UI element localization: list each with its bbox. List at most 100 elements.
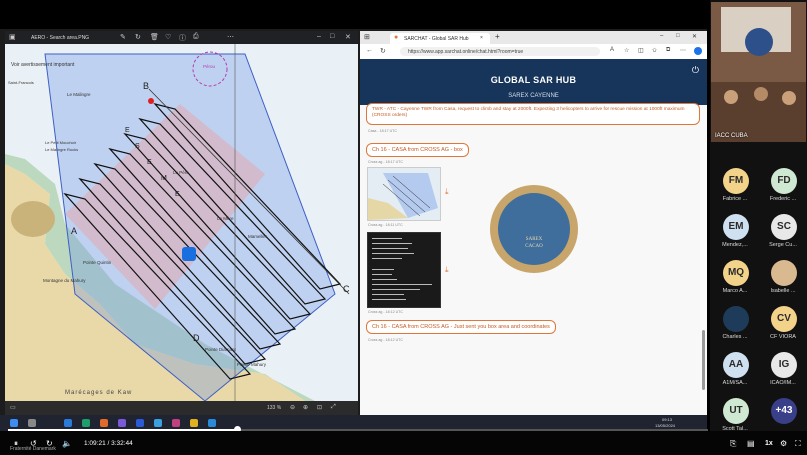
rotate-icon[interactable]: ↻	[135, 33, 141, 41]
participant-tile[interactable]: FD Frederic ...	[759, 168, 807, 210]
chart-label: Saint-Francois	[8, 80, 34, 85]
profile-icon[interactable]: ⊞	[364, 33, 370, 41]
coord-line	[372, 238, 402, 240]
start-icon[interactable]	[10, 419, 18, 427]
fullscreen-icon[interactable]: ⛶	[795, 439, 801, 449]
close-icon[interactable]: ✕	[345, 33, 351, 41]
chart-label: Le Malingre Rocks	[45, 147, 78, 152]
participant-avatar: UT	[723, 398, 749, 424]
app-icon[interactable]	[154, 419, 162, 427]
download-icon[interactable]: ⤓	[445, 265, 449, 275]
tab-close-icon[interactable]: ×	[480, 35, 483, 41]
info-icon[interactable]: ⓘ	[179, 33, 186, 43]
back-icon[interactable]: ←	[366, 47, 373, 54]
app-icon[interactable]	[64, 419, 72, 427]
coord-line	[372, 279, 397, 281]
message-meta: Cross ag - 18:11 UTC	[368, 223, 403, 227]
chat-scrollbar[interactable]	[702, 330, 705, 390]
participant-name: A1M/SA...	[722, 380, 748, 386]
chat-image-map[interactable]	[367, 167, 441, 221]
volume-icon[interactable]: 🔈	[62, 439, 72, 448]
participant-name: Frederic ...	[769, 196, 797, 202]
chart-letter: S	[135, 143, 140, 150]
download-icon[interactable]: ⤓	[445, 187, 449, 197]
read-aloud-icon[interactable]: A	[610, 47, 614, 53]
map-window-title: AERO - Search area.PNG	[31, 35, 90, 41]
chart-label: Le Père	[173, 170, 189, 175]
video-controls: ⏸ ↺ ↻ 🔈 1:09:21 / 3:32:44 Fraternité Dan…	[0, 431, 807, 455]
zoom-level: 133 %	[267, 405, 282, 411]
participant-name: Marco A...	[722, 288, 748, 294]
site-favicon-icon: ●	[394, 34, 399, 41]
chart-letter: M	[161, 175, 167, 182]
split-screen-icon[interactable]: ◫	[638, 47, 644, 54]
url-field[interactable]: https://www.app.sarchat.online/chat.html…	[400, 47, 600, 56]
image-app-icon: ▣	[9, 34, 16, 41]
account-icon[interactable]	[694, 47, 702, 55]
participant-tile[interactable]: CV CF VIORA	[759, 306, 807, 348]
favorite-icon[interactable]: ♡	[165, 33, 171, 41]
participant-tile[interactable]: FM Fabrice ...	[711, 168, 759, 210]
app-icon[interactable]	[82, 419, 90, 427]
map-window-titlebar: ▣ AERO - Search area.PNG ✎ ↻ 🗑 ♡ ⓘ ⎙ ⋯ –…	[5, 31, 358, 44]
collections-icon[interactable]: ⧉	[666, 47, 670, 54]
coord-line	[372, 299, 406, 301]
bottom-caption: Fraternité Danemark	[10, 446, 56, 452]
playback-speed[interactable]: 1x	[765, 440, 773, 447]
delete-icon[interactable]: 🗑	[150, 33, 159, 41]
coord-line	[372, 294, 404, 296]
maximize-icon[interactable]: □	[676, 33, 680, 39]
chart-label: Le Malingre	[67, 92, 91, 97]
participant-tile[interactable]: Charles ...	[711, 306, 759, 348]
chart-letter: A	[71, 226, 77, 236]
app-icon[interactable]	[118, 419, 126, 427]
more-icon[interactable]: ⋯	[227, 33, 234, 41]
browser-window: ⊞ ● SARCHAT - Global SAR Hub × + – □ ✕ ←…	[360, 31, 707, 415]
participant-tile[interactable]: MQ Marco A...	[711, 260, 759, 302]
print-icon[interactable]: ⎙	[193, 33, 199, 41]
search-icon[interactable]	[28, 419, 36, 427]
app-icon[interactable]	[190, 419, 198, 427]
participant-tile[interactable]: SC Serge Cu...	[759, 214, 807, 256]
app-icon[interactable]	[208, 419, 216, 427]
browser-tab[interactable]: ● SARCHAT - Global SAR Hub ×	[390, 33, 490, 44]
more-icon[interactable]: ⋯	[680, 47, 686, 54]
minimize-icon[interactable]: –	[660, 33, 663, 39]
favorite-icon[interactable]: ☆	[624, 47, 629, 54]
fullscreen-icon[interactable]: ⤢	[331, 404, 336, 411]
app-icon[interactable]	[172, 419, 180, 427]
participant-tile[interactable]: AA A1M/SA...	[711, 352, 759, 394]
address-bar: ← ↻ https://www.app.sarchat.online/chat.…	[360, 44, 707, 59]
participant-name: CF VIORA	[770, 334, 796, 340]
favorites-bar-icon[interactable]: ✩	[652, 47, 657, 54]
chat-image-coordinates[interactable]	[367, 232, 441, 308]
app-icon[interactable]	[136, 419, 144, 427]
chart-letter: B	[143, 81, 149, 91]
settings-gear-icon[interactable]: ⚙	[780, 439, 787, 448]
zoom-in-icon[interactable]: ⊕	[303, 404, 308, 411]
participant-avatar	[771, 260, 797, 286]
participant-tile[interactable]: IG ICAO/IM...	[759, 352, 807, 394]
folder-icon: ▭	[10, 405, 16, 411]
participant-tile[interactable]: Isabelle ...	[759, 260, 807, 302]
hub-subtitle: SAREX CAYENNE	[508, 93, 559, 99]
minimize-icon[interactable]: –	[317, 33, 321, 40]
chart-label: Pointe Diamant	[205, 347, 237, 352]
fit-icon[interactable]: ⊡	[317, 404, 322, 411]
app-icon[interactable]	[100, 419, 108, 427]
room-label: IACC CUBA	[715, 133, 748, 139]
participant-name: Charles ...	[722, 334, 748, 340]
close-icon[interactable]: ✕	[692, 33, 697, 40]
maximize-icon[interactable]: □	[330, 33, 334, 40]
participant-tile[interactable]: EM Mendez,...	[711, 214, 759, 256]
zoom-out-icon[interactable]: ⊖	[290, 404, 295, 411]
chart-label: Montagne du Mahury	[43, 278, 86, 283]
captions-icon[interactable]: ⎘	[730, 439, 736, 449]
reload-icon[interactable]: ↻	[380, 47, 386, 55]
coord-line	[372, 258, 402, 260]
edit-icon[interactable]: ✎	[120, 33, 126, 41]
emblem-globe	[498, 193, 570, 265]
room-video[interactable]: IACC CUBA	[711, 2, 806, 142]
new-tab-icon[interactable]: +	[495, 32, 500, 41]
chapters-icon[interactable]: ▤	[747, 439, 755, 448]
